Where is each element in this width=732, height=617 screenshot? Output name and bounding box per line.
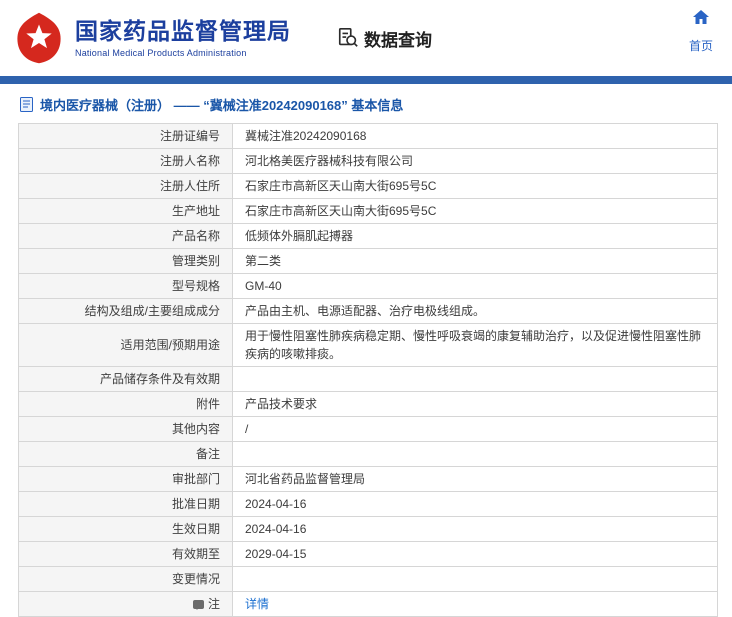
- row-label: 其他内容: [18, 416, 233, 442]
- row-value: 河北格美医疗器械科技有限公司: [232, 148, 718, 174]
- row-value: [232, 366, 718, 392]
- table-row: 生效日期 2024-04-16: [18, 516, 718, 542]
- table-row: 管理类别 第二类: [18, 248, 718, 274]
- row-value: 2024-04-16: [232, 491, 718, 517]
- row-label: 结构及组成/主要组成成分: [18, 298, 233, 324]
- row-label: 注册证编号: [18, 123, 233, 149]
- table-row: 审批部门 河北省药品监督管理局: [18, 466, 718, 492]
- table-row: 型号规格 GM-40: [18, 273, 718, 299]
- registration-info-table: 注册证编号 冀械注准20242090168 注册人名称 河北格美医疗器械科技有限公司注…: [18, 123, 718, 617]
- row-value: 河北省药品监督管理局: [232, 466, 718, 492]
- row-label: 附件: [18, 391, 233, 417]
- table-row: 备注: [18, 441, 718, 467]
- home-link[interactable]: 首页: [689, 37, 713, 54]
- comment-icon: [192, 600, 204, 610]
- row-label: 生产地址: [18, 198, 233, 224]
- home-icon[interactable]: [693, 10, 709, 24]
- row-label: 生效日期: [18, 516, 233, 542]
- table-row: 产品储存条件及有效期: [18, 366, 718, 392]
- row-value: GM-40: [232, 273, 718, 299]
- row-value: 产品由主机、电源适配器、治疗电极线组成。: [232, 298, 718, 324]
- row-value: 详情: [232, 591, 718, 617]
- breadcrumb-title: 境内医疗器械（注册） —— “冀械注准20242090168” 基本信息: [0, 84, 732, 123]
- org-name-cn: 国家药品监督管理局: [75, 18, 291, 45]
- row-label: 适用范围/预期用途: [18, 323, 233, 367]
- nmpa-logo-icon: [17, 12, 61, 64]
- row-value: 石家庄市高新区天山南大街695号5C: [232, 173, 718, 199]
- row-label: 产品储存条件及有效期: [18, 366, 233, 392]
- row-value: [232, 441, 718, 467]
- row-label: 批准日期: [18, 491, 233, 517]
- org-name-en: National Medical Products Administration: [75, 47, 247, 58]
- table-row: 变更情况: [18, 566, 718, 592]
- site-header: 国家药品监督管理局 National Medical Products Admi…: [0, 0, 732, 76]
- org-name-block: 国家药品监督管理局 National Medical Products Admi…: [75, 18, 291, 57]
- table-row: 生产地址 石家庄市高新区天山南大街695号5C: [18, 198, 718, 224]
- table-row: 注详情: [18, 591, 718, 617]
- row-value: 产品技术要求: [232, 391, 718, 417]
- row-value: 用于慢性阻塞性肺疾病稳定期、慢性呼吸衰竭的康复辅助治疗，以及促进慢性阻塞性肺疾病…: [232, 323, 718, 367]
- row-value: [232, 566, 718, 592]
- row-label: 型号规格: [18, 273, 233, 299]
- data-query-tab[interactable]: 数据查询: [337, 26, 432, 51]
- table-row: 注册证编号 冀械注准20242090168: [18, 123, 718, 149]
- row-label: 有效期至: [18, 541, 233, 567]
- table-row: 适用范围/预期用途 用于慢性阻塞性肺疾病稳定期、慢性呼吸衰竭的康复辅助治疗，以及促…: [18, 323, 718, 367]
- detail-link[interactable]: 详情: [245, 597, 269, 611]
- row-label: 注册人名称: [18, 148, 233, 174]
- row-label: 注: [18, 591, 233, 617]
- table-row: 产品名称 低频体外膈肌起搏器: [18, 223, 718, 249]
- row-value: 石家庄市高新区天山南大街695号5C: [232, 198, 718, 224]
- row-label: 备注: [18, 441, 233, 467]
- table-row: 附件 产品技术要求: [18, 391, 718, 417]
- row-value: 低频体外膈肌起搏器: [232, 223, 718, 249]
- row-label: 审批部门: [18, 466, 233, 492]
- row-value: /: [232, 416, 718, 442]
- row-label: 变更情况: [18, 566, 233, 592]
- row-value: 2029-04-15: [232, 541, 718, 567]
- page-title: 境内医疗器械（注册） —— “冀械注准20242090168” 基本信息: [40, 98, 404, 113]
- row-value: 第二类: [232, 248, 718, 274]
- row-value: 2024-04-16: [232, 516, 718, 542]
- header-divider-strip: [0, 76, 732, 84]
- table-row: 注册人住所 石家庄市高新区天山南大街695号5C: [18, 173, 718, 199]
- row-value: 冀械注准20242090168: [232, 123, 718, 149]
- row-label: 产品名称: [18, 223, 233, 249]
- table-row: 有效期至 2029-04-15: [18, 541, 718, 567]
- row-label: 管理类别: [18, 248, 233, 274]
- table-row: 批准日期 2024-04-16: [18, 491, 718, 517]
- document-magnifier-icon: [338, 28, 358, 47]
- table-row: 结构及组成/主要组成成分 产品由主机、电源适配器、治疗电极线组成。: [18, 298, 718, 324]
- table-row: 其他内容 /: [18, 416, 718, 442]
- table-row: 注册人名称 河北格美医疗器械科技有限公司: [18, 148, 718, 174]
- row-label: 注册人住所: [18, 173, 233, 199]
- document-icon: [20, 97, 33, 112]
- section-title: 数据查询: [364, 30, 432, 50]
- header-right-nav: 首页: [684, 0, 724, 76]
